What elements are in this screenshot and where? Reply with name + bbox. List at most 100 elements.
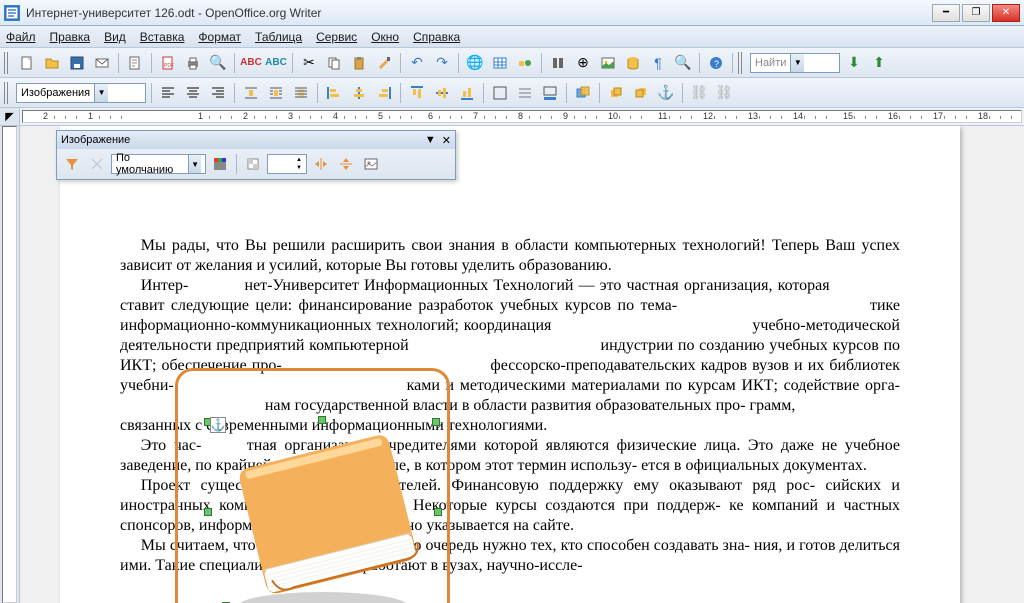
flip-v-icon[interactable] (335, 153, 357, 175)
dropdown-icon[interactable]: ▼ (790, 54, 804, 72)
borders-icon[interactable] (489, 82, 511, 104)
help-icon[interactable]: ? (705, 52, 727, 74)
line-style-icon[interactable] (514, 82, 536, 104)
align-obj-bottom-icon[interactable] (456, 82, 478, 104)
window-titlebar: Интернет-университет 126.odt - OpenOffic… (0, 0, 1024, 26)
toolbar-grip[interactable] (738, 52, 744, 74)
preview-icon[interactable]: 🔍 (207, 52, 229, 74)
menu-view[interactable]: Вид (104, 30, 126, 44)
table-icon[interactable] (489, 52, 511, 74)
separator (118, 53, 119, 73)
color-icon[interactable] (209, 153, 231, 175)
toolbar-grip[interactable] (4, 82, 10, 104)
formatting-toolbar: Изображения ▼ ⚓ ⛓ ⛓ (0, 78, 1024, 108)
menu-format[interactable]: Формат (198, 30, 241, 44)
graphics-mode-selector[interactable]: По умолчанию ▼ (111, 154, 206, 174)
toolbar-grip[interactable] (4, 52, 10, 74)
align-obj-right-icon[interactable] (373, 82, 395, 104)
filter-icon[interactable] (61, 153, 83, 175)
align-obj-top-icon[interactable] (406, 82, 428, 104)
menu-file[interactable]: Файл (6, 30, 36, 44)
style-selector[interactable]: Изображения ▼ (16, 83, 146, 103)
separator (599, 83, 600, 103)
wrap-through-icon[interactable] (290, 82, 312, 104)
nonprinting-icon[interactable]: ¶ (647, 52, 669, 74)
frame-props-icon[interactable] (572, 82, 594, 104)
image-props-icon[interactable] (360, 153, 382, 175)
menu-help[interactable]: Справка (413, 30, 460, 44)
navigator-icon[interactable]: ⊕ (572, 52, 594, 74)
align-obj-left-icon[interactable] (323, 82, 345, 104)
graphics-mode-label: По умолчанию (116, 152, 184, 176)
menu-table[interactable]: Таблица (255, 30, 302, 44)
search-down-icon[interactable]: ⬇ (843, 52, 865, 74)
maximize-button[interactable]: ❐ (962, 4, 990, 22)
transparency-spinner[interactable]: ▲▼ (267, 154, 307, 174)
flip-h-icon[interactable] (310, 153, 332, 175)
menu-edit[interactable]: Правка (50, 30, 91, 44)
wrap-page-icon[interactable] (265, 82, 287, 104)
document-canvas[interactable]: Мы рады, что Вы решили расширить свои зн… (20, 126, 1024, 603)
link-frames-icon[interactable]: ⛓ (688, 82, 710, 104)
wrap-off-icon[interactable] (240, 82, 262, 104)
dropdown-icon[interactable]: ▼ (94, 84, 108, 102)
find-icon[interactable] (547, 52, 569, 74)
border-color-icon[interactable] (539, 82, 561, 104)
bring-front-icon[interactable] (605, 82, 627, 104)
align-left-icon[interactable] (157, 82, 179, 104)
close-button[interactable]: ✕ (992, 4, 1020, 22)
image-floating-toolbar[interactable]: Изображение ▼ ✕ По умолчанию ▼ ▲▼ (56, 130, 456, 180)
float-toolbar-close-icon[interactable]: ✕ (442, 134, 451, 147)
redo-icon[interactable]: ↷ (431, 52, 453, 74)
show-draw-icon[interactable] (514, 52, 536, 74)
open-icon[interactable] (41, 52, 63, 74)
image-handle-tr[interactable] (432, 418, 440, 426)
search-input[interactable]: Найти ▼ (750, 53, 840, 73)
anchor-icon[interactable]: ⚓ (655, 82, 677, 104)
menu-tools[interactable]: Сервис (316, 30, 357, 44)
print-icon[interactable] (182, 52, 204, 74)
vertical-ruler[interactable] (0, 126, 20, 603)
align-right-icon[interactable] (207, 82, 229, 104)
float-toolbar-titlebar[interactable]: Изображение ▼ ✕ (57, 131, 455, 149)
image-handle-mr[interactable] (434, 508, 442, 516)
cut-icon[interactable]: ✂ (298, 52, 320, 74)
format-paintbrush-icon[interactable] (373, 52, 395, 74)
horizontal-ruler[interactable]: ◤ 21123456789101112131415161718 (0, 108, 1024, 126)
menu-insert[interactable]: Вставка (140, 30, 185, 44)
image-handle-ml[interactable] (204, 508, 212, 516)
export-pdf-icon[interactable]: PDF (157, 52, 179, 74)
copy-icon[interactable] (323, 52, 345, 74)
align-center-icon[interactable] (182, 82, 204, 104)
zoom-icon[interactable]: 🔍 (672, 52, 694, 74)
ruler-mark: 12 (703, 111, 713, 121)
undo-icon[interactable]: ↶ (406, 52, 428, 74)
ruler-corner: ◤ (0, 108, 20, 125)
save-icon[interactable] (66, 52, 88, 74)
autospell-icon[interactable]: ABC (265, 52, 287, 74)
transparency-icon[interactable] (242, 153, 264, 175)
window-buttons: ━ ❐ ✕ (932, 4, 1020, 22)
align-obj-center-icon[interactable] (348, 82, 370, 104)
inserted-image-book[interactable] (208, 406, 438, 603)
new-doc-icon[interactable] (16, 52, 38, 74)
float-toolbar-dropdown-icon[interactable]: ▼ (425, 134, 436, 146)
spellcheck-icon[interactable]: ABC (240, 52, 262, 74)
paste-icon[interactable] (348, 52, 370, 74)
datasources-icon[interactable] (622, 52, 644, 74)
align-obj-middle-icon[interactable] (431, 82, 453, 104)
search-up-icon[interactable]: ⬆ (868, 52, 890, 74)
gallery-icon[interactable] (597, 52, 619, 74)
anchor-marker-icon[interactable]: ⚓ (210, 417, 226, 433)
minimize-button[interactable]: ━ (932, 4, 960, 22)
graphics-mode-icon[interactable] (86, 153, 108, 175)
hyperlink-icon[interactable]: 🌐 (464, 52, 486, 74)
email-icon[interactable] (91, 52, 113, 74)
send-back-icon[interactable] (630, 82, 652, 104)
dropdown-icon[interactable]: ▼ (188, 155, 201, 173)
unlink-frames-icon[interactable]: ⛓ (713, 82, 735, 104)
image-handle-tm[interactable] (318, 416, 326, 424)
menu-window[interactable]: Окно (371, 30, 399, 44)
ruler-mark: 16 (888, 111, 898, 121)
edit-icon[interactable] (124, 52, 146, 74)
